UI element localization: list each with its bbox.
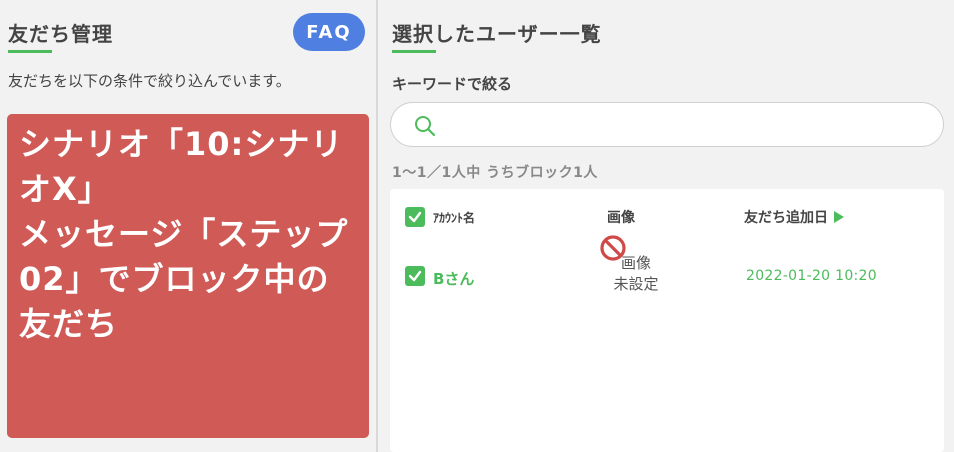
left-panel: 友だち管理 FAQ 友だちを以下の条件で絞り込んでいます。 シナリオ「10:シナ… <box>0 0 376 452</box>
users-table: ｱｶｳﾝﾄ名 画像 友だち追加日 Bさん 画像 未設定 2022-01-20 1… <box>390 189 944 452</box>
select-all-checkbox[interactable] <box>405 207 425 227</box>
no-image-text: 画像 未設定 <box>606 253 666 295</box>
user-name-link[interactable]: Bさん <box>433 268 474 289</box>
search-icon <box>415 116 436 137</box>
checkbox-checked-icon <box>408 270 422 282</box>
header-added-date[interactable]: 友だち追加日 <box>744 207 844 227</box>
title-underline-right <box>392 50 436 53</box>
page-title: 友だち管理 <box>8 22 113 46</box>
title-underline <box>8 50 52 53</box>
filter-description: 友だちを以下の条件で絞り込んでいます。 <box>8 72 291 90</box>
checkbox-checked-icon <box>408 211 422 223</box>
panel-divider <box>376 0 378 452</box>
selected-users-title: 選択したユーザー一覧 <box>392 22 602 46</box>
result-count: 1〜1／1人中 うちブロック1人 <box>392 165 598 181</box>
added-date: 2022-01-20 10:20 <box>746 268 877 284</box>
header-image: 画像 <box>607 210 635 226</box>
sort-arrow-icon[interactable] <box>834 211 844 223</box>
search-input[interactable] <box>451 111 921 139</box>
search-box <box>390 102 944 147</box>
no-image-line2: 未設定 <box>613 275 659 293</box>
faq-button[interactable]: FAQ <box>293 13 365 51</box>
header-account-name: ｱｶｳﾝﾄ名 <box>433 211 476 225</box>
row-checkbox[interactable] <box>405 266 425 286</box>
filter-conditions-box: シナリオ「10:シナリオX」 メッセージ「ステップ02」でブロック中の友だち <box>7 114 369 438</box>
filter-conditions-text: シナリオ「10:シナリオX」 メッセージ「ステップ02」でブロック中の友だち <box>19 125 349 343</box>
keyword-label: キーワードで絞る <box>392 75 513 93</box>
header-added-date-label: 友だち追加日 <box>744 210 828 226</box>
no-image-line1: 画像 <box>620 254 651 272</box>
